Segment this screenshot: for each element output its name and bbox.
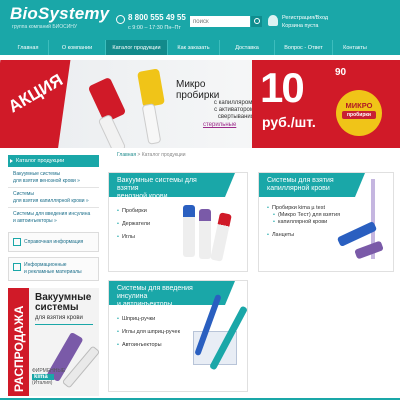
- list-item-continued: (Микро Тест) для взятия: [267, 212, 340, 219]
- sidebar-item-label: для взятия капиллярной крови »: [13, 197, 89, 204]
- banner-sterile-label: стерильные: [203, 122, 237, 128]
- divider: [8, 187, 99, 188]
- cart-link[interactable]: Корзина пуста: [282, 22, 328, 30]
- card-title: Системы для взятия капиллярной крови: [259, 173, 365, 197]
- category-card-venous[interactable]: Вакуумные системы для взятия венозной кр…: [108, 172, 248, 272]
- list-item[interactable]: Пробирки kima µ test: [267, 205, 340, 212]
- card-title-line: венозной крови: [117, 193, 168, 200]
- sidebar-materials-label: Информационные и рекламные материалы: [24, 262, 82, 275]
- sidebar-info-label: Справочная информация: [24, 239, 84, 245]
- breadcrumb: Главная > Каталог продукции: [117, 152, 186, 158]
- sidebar-item-insulin[interactable]: Системы для введения инсулина и автоинъе…: [13, 211, 98, 224]
- card-title-line: Системы для введения инсулина: [117, 285, 193, 300]
- sale-title: Вакуумные системы: [35, 293, 91, 313]
- list-item[interactable]: Шприц-ручки: [117, 313, 180, 326]
- micro-badge-title: МИКРО: [345, 101, 373, 110]
- card-title: Вакуумные системы для взятия венозной кр…: [109, 173, 235, 200]
- card-list: Шприц-ручки Иглы для шприц-ручек Автоинъ…: [117, 313, 180, 352]
- sidebar-info-box[interactable]: Справочная информация: [8, 232, 99, 252]
- micro-badge-sub: пробирки: [342, 111, 376, 119]
- category-card-capillary[interactable]: Системы для взятия капиллярной крови Про…: [258, 172, 394, 272]
- banner-desc-line: с капилляром,: [213, 100, 254, 106]
- list-item[interactable]: Держатели: [117, 218, 150, 231]
- card-title-line: капиллярной крови: [267, 185, 330, 192]
- card-title-line: и автоинъекторы: [117, 301, 173, 308]
- sidebar-item-label: Системы для введения инсулина: [13, 211, 91, 217]
- tube-image: [97, 113, 127, 148]
- divider: [8, 207, 99, 208]
- sidebar-item-capillary[interactable]: Системы для взятия капиллярной крови »: [13, 191, 98, 204]
- tube-image: [183, 205, 195, 257]
- nav-item-contacts[interactable]: Контакты: [332, 40, 377, 55]
- sale-banner[interactable]: РАСПРОДАЖА Вакуумные системы для взятия …: [8, 288, 99, 396]
- nav-item-faq[interactable]: Вопрос - Ответ: [274, 40, 332, 55]
- search-input[interactable]: [190, 16, 250, 27]
- sale-brand: ФИРМЕННЫЕ kima (Италия): [32, 368, 65, 386]
- sale-subtitle: для взятия крови: [35, 315, 83, 321]
- banner-title-line: Микро: [176, 79, 206, 90]
- document-icon: [13, 263, 21, 271]
- list-item[interactable]: Автоинъекторы: [117, 339, 180, 352]
- nav-item-home[interactable]: Главная: [8, 40, 48, 55]
- tube-image: [137, 68, 165, 108]
- tube-image: [210, 212, 232, 262]
- site-logo[interactable]: BioSystemy: [10, 4, 109, 24]
- price-unit: руб./шт.: [262, 114, 316, 130]
- breadcrumb-current: Каталог продукции: [141, 152, 186, 158]
- info-icon: [13, 238, 21, 246]
- tube-image: [354, 240, 384, 260]
- banner-description: с капилляром, с активатором свертывания: [184, 100, 254, 121]
- card-title-line: Вакуумные системы для взятия: [117, 177, 197, 192]
- micro-badge: МИКРО пробирки: [336, 90, 382, 136]
- tube-image: [199, 209, 211, 259]
- nav-item-catalog[interactable]: Каталог продукции: [105, 40, 167, 55]
- sidebar-item-label: для взятия венозной крови »: [13, 177, 80, 184]
- list-item[interactable]: Пробирки: [117, 205, 150, 218]
- card-title-line: Системы для взятия: [267, 177, 334, 184]
- breadcrumb-home[interactable]: Главная: [117, 152, 136, 158]
- banner-desc-line: с активатором: [214, 107, 254, 113]
- phone-number[interactable]: 8 800 555 49 55: [128, 13, 186, 22]
- sidebar-item-label: и автоинъекторы »: [13, 217, 57, 224]
- nav-item-about[interactable]: О компании: [48, 40, 105, 55]
- sidebar-heading[interactable]: Каталог продукции: [8, 155, 99, 167]
- phone-icon: [116, 15, 125, 24]
- sale-brand-country: (Италия): [32, 380, 53, 386]
- price-cents: 90: [335, 67, 347, 78]
- card-list: Пробирки kima µ test (Микро Тест) для вз…: [267, 205, 340, 239]
- card-list: Пробирки Держатели Иглы: [117, 205, 150, 244]
- divider: [35, 324, 93, 325]
- sidebar-materials-box[interactable]: Информационные и рекламные материалы: [8, 257, 99, 281]
- working-hours: с 9:00 – 17:30 Пн–Пт: [128, 25, 181, 31]
- banner-title: Микро пробирки: [176, 79, 219, 101]
- nav-item-how-to-order[interactable]: Как заказать: [167, 40, 219, 55]
- card-title: Системы для введения инсулина и автоинъе…: [109, 281, 235, 308]
- user-icon: [268, 15, 278, 26]
- sidebar-item-venous[interactable]: Вакуумные системы для взятия венозной кр…: [13, 171, 98, 184]
- account-links: Регистрация/Вход Корзина пуста: [282, 14, 328, 30]
- tube-image: [141, 103, 162, 145]
- price-value: 10: [260, 64, 305, 111]
- list-item-continued: капиллярной крови: [267, 219, 340, 226]
- main-nav: Главная О компании Каталог продукции Как…: [0, 40, 400, 55]
- nav-item-delivery[interactable]: Доставка: [219, 40, 274, 55]
- sale-strip-label: РАСПРОДАЖА: [12, 305, 26, 392]
- category-card-insulin[interactable]: Системы для введения инсулина и автоинъе…: [108, 280, 249, 392]
- login-link[interactable]: Регистрация/Вход: [282, 14, 328, 22]
- search-button[interactable]: [251, 16, 262, 27]
- sale-title-line: системы: [35, 302, 79, 313]
- logo-subtitle: группа компаний БИОСИНУ: [12, 24, 78, 30]
- banner-desc-line: свертывания: [217, 114, 254, 120]
- list-item[interactable]: Иглы: [117, 231, 150, 244]
- sidebar-materials-line: и рекламные материалы: [24, 268, 82, 275]
- list-item[interactable]: Иглы для шприц-ручек: [117, 326, 180, 339]
- list-item[interactable]: Ланцеты: [267, 232, 340, 239]
